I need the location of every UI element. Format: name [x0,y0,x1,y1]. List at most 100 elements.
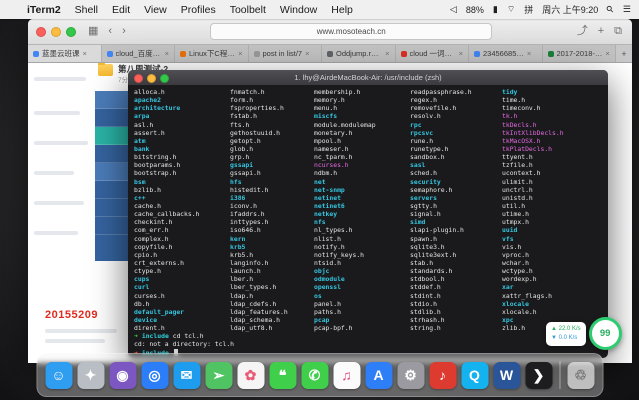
file-entry: ifaddrs.h [230,210,314,218]
tab-close-icon[interactable]: × [459,49,463,58]
dock-siri-icon[interactable]: ◉ [109,362,136,389]
dock-maps-icon[interactable]: ➢ [205,362,232,389]
file-entry: ntsid.h [314,259,410,267]
forward-icon[interactable]: › [120,26,128,37]
text-placeholder [34,231,78,235]
file-entry: getopt.h [230,137,314,145]
sidenav-item[interactable] [95,145,128,163]
tab-favicon [474,51,480,57]
dock-qq-icon[interactable]: Q [461,362,488,389]
spotlight-icon[interactable]: ⚲ [604,3,616,15]
file-entry: ldap_cdefs.h [230,300,314,308]
tab-close-icon[interactable]: × [605,49,609,58]
sidenav-item[interactable] [95,163,128,181]
battery-icon[interactable]: ▮ [493,4,498,15]
sidenav-item[interactable] [95,217,128,235]
menu-edit[interactable]: Edit [105,4,137,16]
menu-view[interactable]: View [137,4,174,16]
volume-icon[interactable]: ◁ [450,4,457,15]
tab-close-icon[interactable]: × [527,49,531,58]
browser-tab[interactable]: cloud 一词霸…× [396,45,470,62]
dock-launchpad-icon[interactable]: ✦ [77,362,104,389]
browser-tab[interactable]: 蓝墨云班课× [28,45,102,62]
dock-facetime-icon[interactable]: ✆ [301,362,328,389]
browser-tab[interactable]: Linux下C程序…× [175,45,249,62]
close-button[interactable] [134,74,143,83]
sidenav-item[interactable] [95,127,128,145]
file-entry: module.modulemap [314,121,410,129]
monitor-widget[interactable]: ▲ 22.0 K/s ▼ 0.0 K/s 99 [546,317,622,350]
zoom-button[interactable] [66,27,76,37]
browser-tab[interactable]: cloud_百度搜索× [102,45,176,62]
clock[interactable]: 周六 上午9:20 [542,3,598,16]
tab-close-icon[interactable]: × [305,49,309,58]
add-tab-icon[interactable]: + [596,26,606,37]
dir-entry: servers [410,194,502,202]
file-entry: dirent.h [134,324,230,332]
new-tab-button[interactable]: + [616,45,632,62]
notification-center-icon[interactable]: ☰ [623,4,631,15]
menu-help[interactable]: Help [324,4,360,16]
sidebar-toggle-icon[interactable]: ▦ [86,26,100,37]
sidenav-item[interactable] [95,181,128,199]
menu-profiles[interactable]: Profiles [174,4,223,16]
dir-entry: sasl [410,161,502,169]
browser-tab[interactable]: post in list/7× [249,45,323,62]
folder-icon [98,64,113,76]
dir-entry: uuid [502,226,602,234]
file-entry: utime.h [502,210,602,218]
sidenav-item[interactable] [95,91,128,109]
file-entry: membership.h [314,88,410,96]
file-entry: curses.h [134,292,230,300]
terminal-body[interactable]: alloca.hapache2architecturearpaasl.hasse… [128,85,608,357]
battery-percent[interactable]: 88% [466,5,484,15]
menu-iterm2[interactable]: iTerm2 [20,4,68,16]
file-entry: bootparams.h [134,161,230,169]
minimize-button[interactable] [147,74,156,83]
browser-tab[interactable]: 23456685…× [469,45,543,62]
tab-overview-icon[interactable]: ⧉ [612,26,624,37]
back-icon[interactable]: ‹ [106,26,114,37]
input-method-icon[interactable]: 拼 [524,3,533,16]
dock-system-preferences-icon[interactable]: ⚙ [397,362,424,389]
symlink-entry: tk.h [502,112,602,120]
close-button[interactable] [36,27,46,37]
zoom-button[interactable] [160,74,169,83]
sidenav-item[interactable] [95,109,128,127]
dock-safari-icon[interactable]: ◎ [141,362,168,389]
file-entry: util.h [502,202,602,210]
tab-close-icon[interactable]: × [83,49,87,58]
menu-window[interactable]: Window [273,4,324,16]
file-entry: launch.h [230,267,314,275]
dock-trash-icon[interactable]: ♲ [567,362,594,389]
dock-iterm-icon[interactable]: ❯ [525,362,552,389]
dock-mail-icon[interactable]: ✉ [173,362,200,389]
listing-column: fnmatch.hform.hfsproperties.hfstab.hfts.… [230,88,314,332]
dock-app-store-icon[interactable]: A [365,362,392,389]
browser-tab[interactable]: 2017-2018-…× [543,45,617,62]
dock-finder-icon[interactable]: ☺ [45,362,72,389]
browser-tab[interactable]: Oddjump.ru…× [322,45,396,62]
file-entry: nl_types.h [314,226,410,234]
menu-toolbelt[interactable]: Toolbelt [223,4,273,16]
sidenav-item[interactable] [95,199,128,217]
tab-close-icon[interactable]: × [165,49,169,58]
dock-photos-icon[interactable]: ✿ [237,362,264,389]
tab-label: 23456685… [483,49,524,58]
file-entry: stddef.h [410,283,502,291]
terminal-titlebar[interactable]: 1. lhy@AirdeMacBook-Air: /usr/include (z… [128,70,608,85]
dock-itunes-icon[interactable]: ♫ [333,362,360,389]
file-entry: checkint.h [134,218,230,226]
tab-close-icon[interactable]: × [385,49,389,58]
score-ring[interactable]: 99 [589,317,622,350]
wifi-icon[interactable]: ⌔ [507,4,515,15]
dock-netease-music-icon[interactable]: ♪ [429,362,456,389]
share-icon[interactable]: ⤴ [575,26,590,37]
file-entry: nameser.h [314,145,410,153]
minimize-button[interactable] [51,27,61,37]
url-field[interactable]: www.mosoteach.cn [210,23,492,40]
dock-messages-icon[interactable]: ❝ [269,362,296,389]
menu-shell[interactable]: Shell [68,4,105,16]
dock-word-icon[interactable]: W [493,362,520,389]
tab-close-icon[interactable]: × [238,49,242,58]
